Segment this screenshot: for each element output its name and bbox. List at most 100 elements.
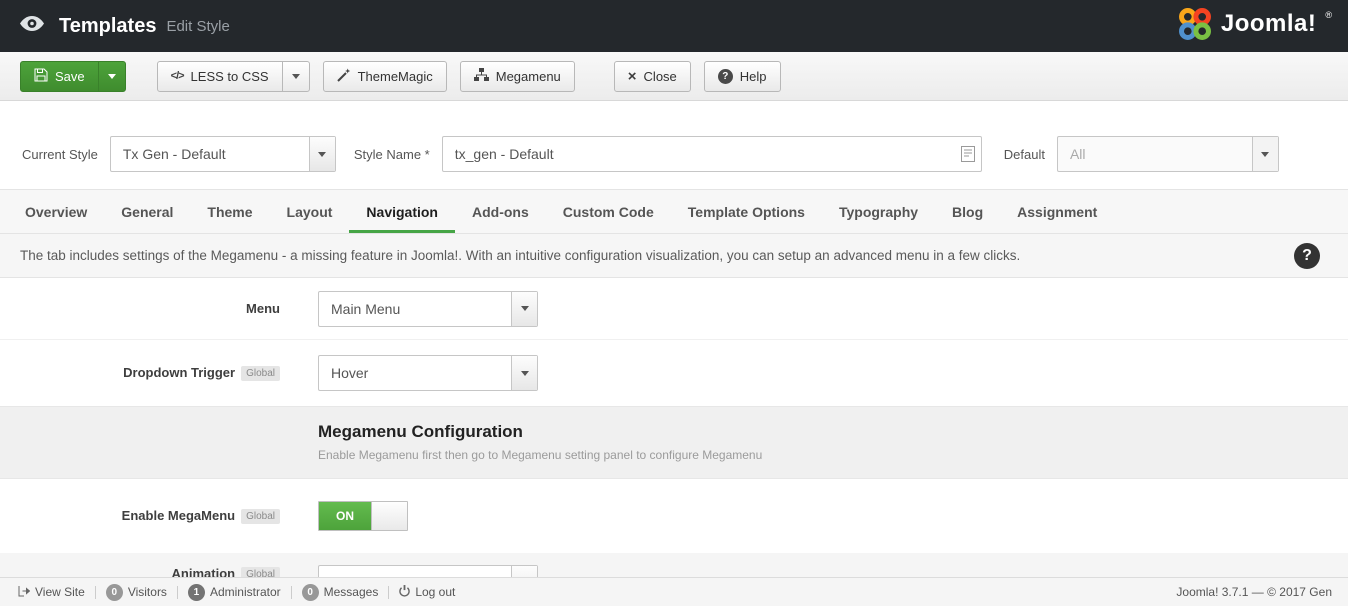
- save-icon: [34, 68, 48, 85]
- chevron-down-icon: [292, 74, 300, 79]
- menu-row: Menu Main Menu: [0, 278, 1348, 340]
- default-label: Default: [1004, 147, 1045, 162]
- tab-add-ons[interactable]: Add-ons: [455, 190, 546, 233]
- visitors-label: Visitors: [128, 585, 167, 599]
- save-button-label: Save: [55, 69, 85, 84]
- help-circle-icon[interactable]: ?: [1294, 243, 1320, 269]
- less-to-css-label: LESS to CSS: [191, 69, 269, 84]
- enable-megamenu-row: Enable MegaMenu Global ON: [0, 479, 1348, 553]
- chevron-down-icon: [309, 137, 335, 171]
- tab-layout[interactable]: Layout: [270, 190, 350, 233]
- default-select[interactable]: All: [1057, 136, 1279, 172]
- tab-custom-code[interactable]: Custom Code: [546, 190, 671, 233]
- current-style-label: Current Style: [22, 147, 98, 162]
- chevron-down-icon: [511, 356, 537, 390]
- menu-label: Menu: [246, 301, 280, 316]
- chevron-down-icon: [511, 292, 537, 326]
- view-site-label: View Site: [35, 585, 85, 599]
- joomla-version-text: Joomla! 3.7.1 — © 2017 Gen: [1176, 585, 1336, 599]
- current-style-select[interactable]: Tx Gen - Default: [110, 136, 336, 172]
- power-icon: [399, 585, 410, 600]
- close-label: Close: [644, 69, 677, 84]
- header-title-group: Templates Edit Style: [20, 15, 230, 38]
- style-name-label: Style Name *: [354, 147, 430, 162]
- divider: [388, 586, 389, 599]
- tab-overview[interactable]: Overview: [8, 190, 104, 233]
- code-icon: </>: [171, 70, 184, 82]
- magic-wand-icon: [337, 68, 351, 85]
- messages-count-badge: 0: [302, 584, 319, 601]
- style-name-field: [442, 136, 982, 172]
- less-to-css-button-group: </> LESS to CSS: [157, 61, 310, 92]
- administrator-link[interactable]: 1 Administrator: [182, 584, 287, 601]
- external-link-icon: [18, 585, 30, 600]
- tab-navigation[interactable]: Navigation: [349, 190, 455, 233]
- global-badge: Global: [241, 366, 280, 381]
- thememagic-label: ThemeMagic: [358, 69, 433, 84]
- joomla-logo-icon: [1177, 6, 1213, 47]
- help-button[interactable]: ? Help: [704, 61, 781, 92]
- style-name-input[interactable]: [442, 136, 982, 172]
- enable-megamenu-label: Enable MegaMenu: [122, 508, 235, 523]
- visitors-link[interactable]: 0 Visitors: [100, 584, 173, 601]
- toggle-on-label: ON: [319, 502, 371, 530]
- current-style-value: Tx Gen - Default: [111, 137, 309, 171]
- messages-label: Messages: [324, 585, 379, 599]
- save-dropdown-toggle[interactable]: [98, 61, 126, 92]
- close-button[interactable]: × Close: [614, 61, 691, 92]
- section-subtitle: Enable Megamenu first then go to Megamen…: [318, 448, 1348, 462]
- administrator-count-badge: 1: [188, 584, 205, 601]
- navigation-settings-form: Menu Main Menu Dropdown Trigger Global Ho…: [0, 278, 1348, 606]
- settings-tabs: Overview General Theme Layout Navigation…: [0, 189, 1348, 234]
- menu-select-value: Main Menu: [319, 292, 511, 326]
- logout-link[interactable]: Log out: [393, 585, 461, 600]
- messages-link[interactable]: 0 Messages: [296, 584, 385, 601]
- eye-icon: [20, 16, 44, 36]
- keyboard-icon: [961, 146, 975, 167]
- enable-megamenu-toggle[interactable]: ON: [318, 501, 408, 531]
- admin-header: Templates Edit Style Joomla! ®: [0, 0, 1348, 52]
- chevron-down-icon: [1252, 137, 1278, 171]
- style-bar: Current Style Tx Gen - Default Style Nam…: [0, 101, 1348, 189]
- save-button[interactable]: Save: [20, 61, 99, 92]
- dropdown-trigger-value: Hover: [319, 356, 511, 390]
- tab-typography[interactable]: Typography: [822, 190, 935, 233]
- help-icon: ?: [718, 69, 733, 84]
- chevron-down-icon: [108, 74, 116, 79]
- tab-theme[interactable]: Theme: [190, 190, 269, 233]
- divider: [177, 586, 178, 599]
- toolbar: Save </> LESS to CSS ThemeMagic Megamenu: [0, 52, 1348, 101]
- page-subtitle: Edit Style: [166, 18, 229, 35]
- megamenu-button[interactable]: Megamenu: [460, 61, 575, 92]
- logout-label: Log out: [415, 585, 455, 599]
- close-icon: ×: [628, 69, 637, 84]
- sitemap-icon: [474, 68, 489, 84]
- tab-template-options[interactable]: Template Options: [671, 190, 822, 233]
- divider: [291, 586, 292, 599]
- info-text: The tab includes settings of the Megamen…: [20, 248, 1020, 263]
- global-badge: Global: [241, 509, 280, 524]
- section-title: Megamenu Configuration: [318, 422, 1348, 442]
- view-site-link[interactable]: View Site: [12, 585, 91, 600]
- tab-blog[interactable]: Blog: [935, 190, 1000, 233]
- help-label: Help: [740, 69, 767, 84]
- less-to-css-button[interactable]: </> LESS to CSS: [157, 61, 283, 92]
- megamenu-label: Megamenu: [496, 69, 561, 84]
- tab-general[interactable]: General: [104, 190, 190, 233]
- dropdown-trigger-select[interactable]: Hover: [318, 355, 538, 391]
- dropdown-trigger-row: Dropdown Trigger Global Hover: [0, 340, 1348, 406]
- templates-edit-style-page: Templates Edit Style Joomla! ® S: [0, 0, 1348, 606]
- save-button-group: Save: [20, 61, 126, 92]
- thememagic-button[interactable]: ThemeMagic: [323, 61, 447, 92]
- divider: [95, 586, 96, 599]
- menu-select[interactable]: Main Menu: [318, 291, 538, 327]
- dropdown-trigger-label: Dropdown Trigger: [123, 365, 235, 380]
- joomla-logo: Joomla! ®: [1177, 6, 1332, 47]
- info-bar: The tab includes settings of the Megamen…: [0, 234, 1348, 278]
- status-bar: View Site 0 Visitors 1 Administrator 0 M…: [0, 577, 1348, 606]
- tab-assignment[interactable]: Assignment: [1000, 190, 1114, 233]
- page-title: Templates: [59, 15, 156, 38]
- megamenu-configuration-section: Megamenu Configuration Enable Megamenu f…: [0, 406, 1348, 479]
- registered-mark: ®: [1325, 10, 1332, 20]
- less-to-css-dropdown-toggle[interactable]: [282, 61, 310, 92]
